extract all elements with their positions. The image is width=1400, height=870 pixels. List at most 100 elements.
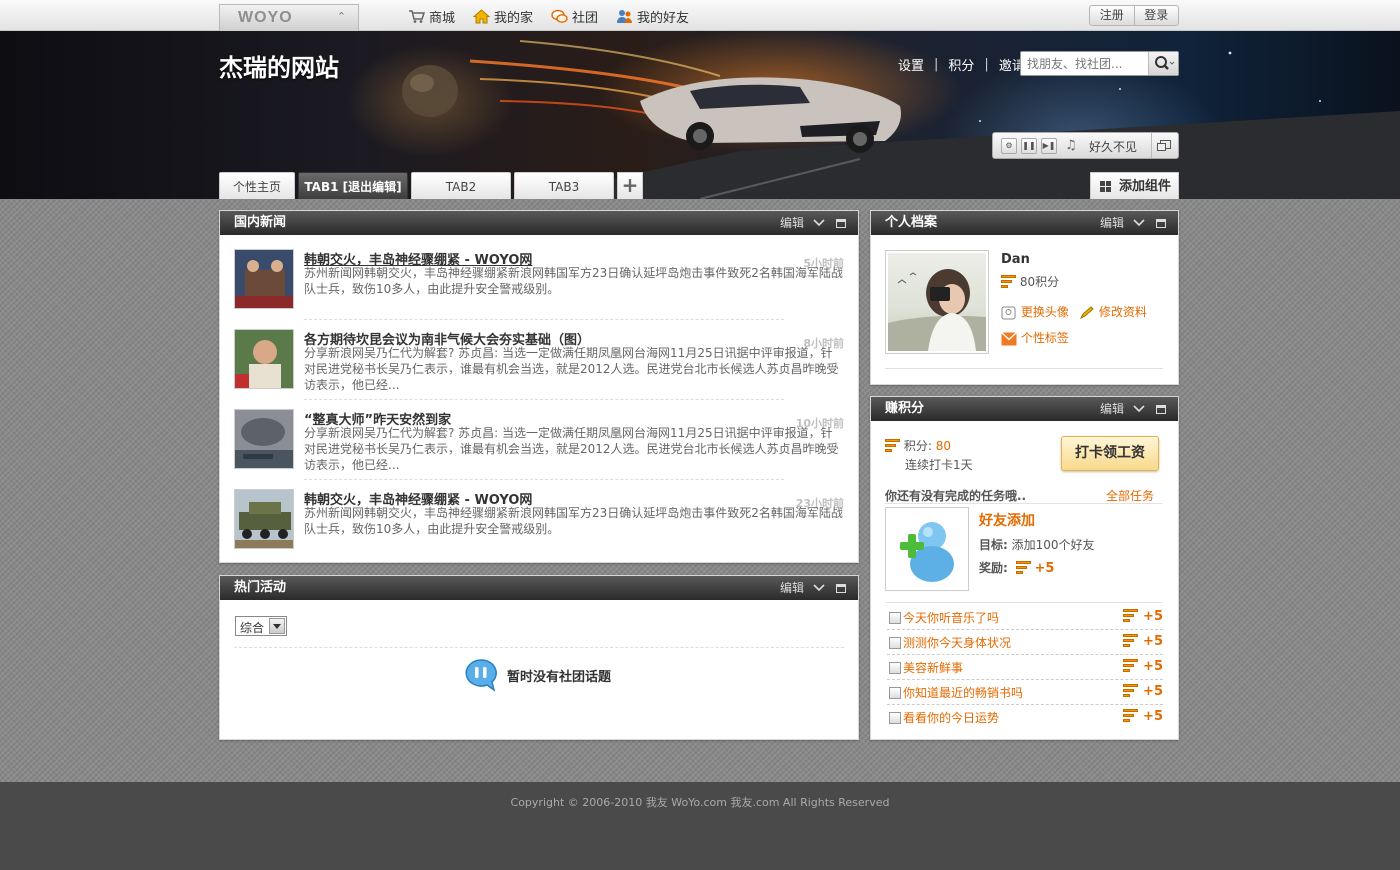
level-icon	[1015, 561, 1031, 575]
nav-friends[interactable]: 我的好友	[616, 7, 689, 26]
tab-tab2[interactable]: TAB2	[411, 172, 511, 199]
add-tab-button[interactable]: +	[617, 172, 643, 199]
logo-switcher[interactable]: WOYO ⌃	[219, 4, 359, 31]
maximize-icon[interactable]	[836, 583, 846, 593]
home-icon	[473, 9, 491, 24]
task-row: 美容新鲜事 +5	[887, 655, 1163, 680]
edit-button[interactable]: 编辑	[780, 211, 804, 235]
task-checkbox[interactable]	[889, 662, 901, 674]
divider	[304, 319, 784, 320]
login-button[interactable]: 登录	[1135, 6, 1179, 25]
task-prompt: 你还有没有完成的任务哦..	[885, 489, 1027, 503]
maximize-icon[interactable]	[836, 218, 846, 228]
nav-mall[interactable]: 商城	[408, 7, 455, 26]
featured-task-target: 目标: 添加100个好友	[979, 536, 1095, 553]
task-checkbox[interactable]	[889, 687, 901, 699]
edit-button[interactable]: 编辑	[1100, 397, 1124, 421]
task-label[interactable]: 今天你听音乐了吗	[903, 609, 999, 626]
task-checkbox[interactable]	[889, 712, 901, 724]
search-input[interactable]	[1021, 52, 1147, 75]
checkin-button[interactable]: 打卡领工资	[1061, 436, 1159, 471]
empty-state-text: 暂时没有社团话题	[507, 670, 612, 685]
chevron-down-icon[interactable]	[1132, 402, 1146, 416]
envelope-icon	[1001, 331, 1017, 345]
featured-task-icon[interactable]	[885, 507, 969, 591]
task-label[interactable]: 测测你今天身体状况	[903, 634, 1011, 651]
popout-icon[interactable]	[1151, 133, 1179, 158]
level-icon	[1001, 275, 1016, 289]
tab-profile-home[interactable]: 个性主页	[219, 172, 295, 199]
task-row: 今天你听音乐了吗 +5	[887, 605, 1163, 630]
profile-points: 80积分	[1001, 273, 1059, 290]
divider	[234, 647, 844, 648]
task-row: 看看你的今日运势 +5	[887, 705, 1163, 730]
tab-tab1-editing[interactable]: TAB1 [退出编辑]	[298, 172, 408, 199]
tab-tab3[interactable]: TAB3	[514, 172, 614, 199]
news-item: “整真大师”昨天安然到家 10小时前 分享新浪网吴乃仁代为解套? 苏贞昌: 当选…	[234, 409, 844, 472]
settings-link[interactable]: 设置	[898, 55, 924, 74]
featured-task-reward: 奖励: +5	[979, 559, 1054, 576]
chevron-down-icon[interactable]	[1132, 216, 1146, 230]
edit-button[interactable]: 编辑	[780, 576, 804, 600]
task-label[interactable]: 美容新鲜事	[903, 659, 963, 676]
next-track-icon[interactable]: ▶❚	[1041, 138, 1057, 154]
logo: WOYO	[238, 9, 293, 26]
maximize-icon[interactable]	[1156, 218, 1166, 228]
task-label[interactable]: 看看你的今日运势	[903, 709, 999, 726]
streak-text: 连续打卡1天	[905, 458, 973, 472]
task-row: 你知道最近的畅销书吗 +5	[887, 680, 1163, 705]
search-icon	[1155, 56, 1174, 70]
news-thumbnail[interactable]	[234, 489, 294, 549]
pause-icon[interactable]: ❚❚	[1021, 138, 1037, 154]
all-tasks-link[interactable]: 全部任务	[1106, 487, 1154, 504]
register-button[interactable]: 注册	[1090, 6, 1135, 25]
player-song-title: 好久不见	[1089, 140, 1138, 154]
level-icon	[1123, 709, 1139, 723]
news-item: 各方期待坎昆会议为南非气候大会夯实基础（图） 8小时前 分享新浪网吴乃仁代为解套…	[234, 329, 844, 392]
news-panel-header: 国内新闻 编辑	[220, 211, 858, 235]
link-separator: |	[934, 57, 939, 72]
level-icon	[1123, 634, 1139, 648]
news-thumbnail[interactable]	[234, 329, 294, 389]
chevron-down-icon[interactable]	[812, 216, 826, 230]
level-icon	[1123, 609, 1139, 623]
settings-gear-icon[interactable]: ⚙	[1001, 138, 1017, 154]
edit-info-link[interactable]: 修改资料	[1079, 303, 1147, 320]
featured-task-name[interactable]: 好友添加	[979, 510, 1035, 530]
edit-button[interactable]: 编辑	[1100, 211, 1124, 235]
search-box	[1020, 51, 1179, 76]
maximize-icon[interactable]	[1156, 404, 1166, 414]
music-note-icon: ♫	[1065, 138, 1077, 153]
task-checkbox[interactable]	[889, 612, 901, 624]
news-thumbnail[interactable]	[234, 249, 294, 309]
chat-icon	[551, 9, 568, 23]
nav-home[interactable]: 我的家	[473, 7, 533, 26]
points-link[interactable]: 积分	[948, 55, 974, 74]
avatar[interactable]	[885, 250, 989, 354]
divider	[304, 479, 784, 480]
add-widget-button[interactable]: 添加组件	[1090, 172, 1179, 199]
panel-title: 国内新闻	[234, 215, 287, 230]
task-reward-value: +5	[1143, 634, 1163, 649]
news-summary: 苏州新闻网韩朝交火，丰岛神经骤绷紧新浪网韩国军方23日确认延坪岛炮击事件致死2名…	[304, 506, 843, 536]
task-reward: +5	[1123, 684, 1163, 699]
nav-club[interactable]: 社团	[551, 7, 598, 26]
music-player: ⚙ ❚❚ ▶❚ ♫ 好久不见	[992, 132, 1179, 159]
banner: 杰瑞的网站 设置 | 积分 | 邀请 ⚙ ❚❚ ▶❚ ♫ 好久不见 个性主页 T…	[0, 31, 1400, 199]
target-label: 目标:	[979, 538, 1008, 552]
category-select[interactable]: 综合	[235, 616, 287, 636]
top-bar: WOYO ⌃ 商城 我的家 社团 我的好友 注册 登录	[0, 0, 1400, 31]
earn-panel-header: 赚积分 编辑	[871, 397, 1178, 421]
task-label[interactable]: 你知道最近的畅销书吗	[903, 684, 1023, 701]
search-button[interactable]	[1148, 52, 1178, 75]
points-line: 积分: 80	[885, 437, 951, 454]
points-label: 积分:	[903, 439, 932, 453]
reward-value: +5	[1034, 561, 1055, 576]
task-checkbox[interactable]	[889, 637, 901, 649]
chevron-down-icon[interactable]	[812, 581, 826, 595]
change-avatar-link[interactable]: 更换头像	[1001, 303, 1069, 320]
tags-link[interactable]: 个性标签	[1001, 329, 1069, 346]
task-reward: +5	[1123, 709, 1163, 724]
news-thumbnail[interactable]	[234, 409, 294, 469]
nav-mall-label: 商城	[429, 11, 456, 26]
